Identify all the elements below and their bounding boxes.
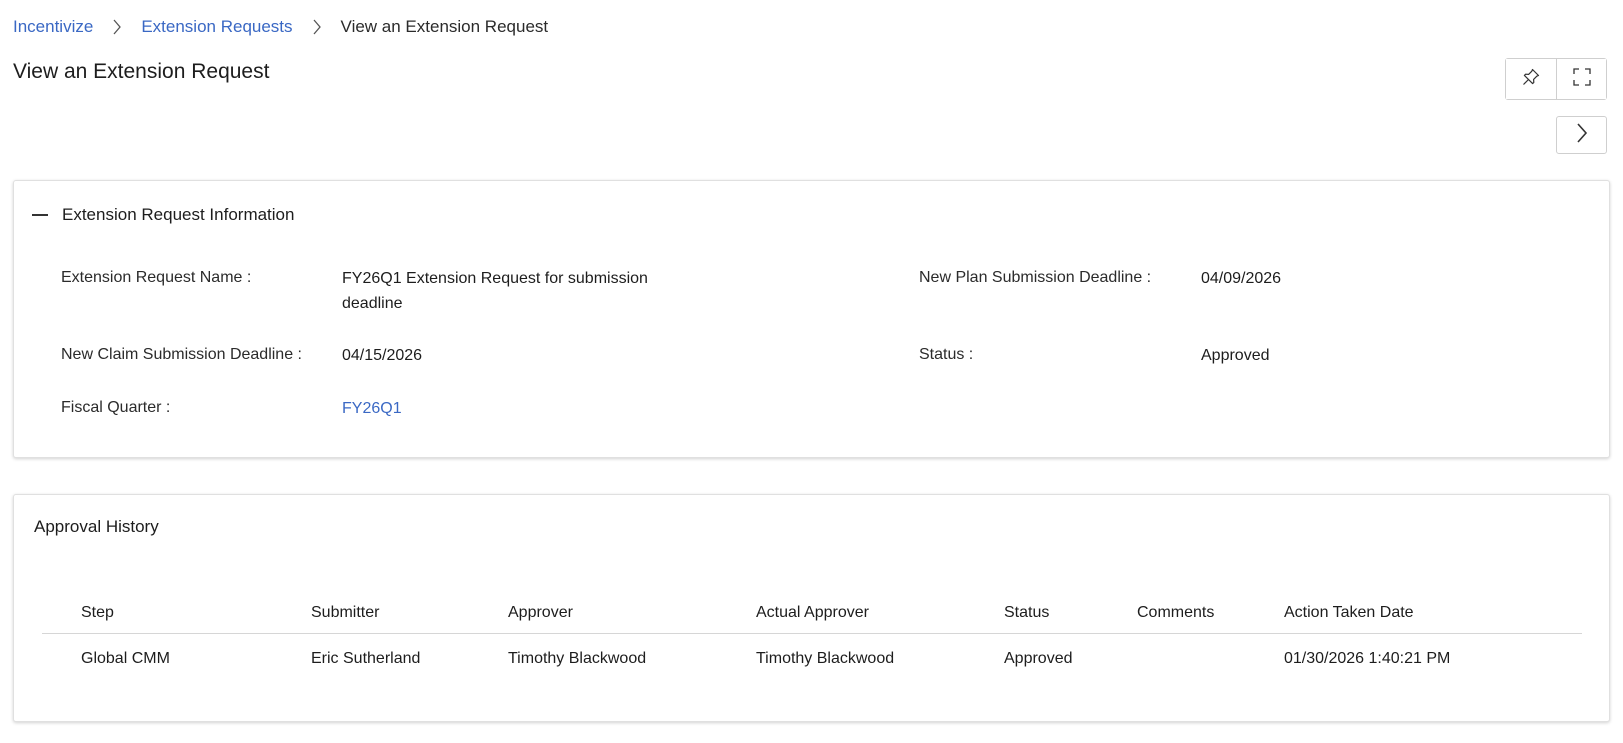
breadcrumb-incentivize[interactable]: Incentivize (13, 17, 93, 37)
pin-icon (1521, 67, 1541, 92)
chevron-right-icon (93, 19, 141, 35)
new-plan-submission-deadline-label: New Plan Submission Deadline : (919, 269, 1152, 286)
status-value: Approved (1201, 347, 1270, 364)
section-title: Extension Request Information (62, 205, 295, 224)
cell-approver: Timothy Blackwood (508, 650, 647, 668)
collapse-icon (32, 203, 50, 227)
breadcrumb: Incentivize Extension Requests View an E… (13, 16, 548, 38)
column-header-action-taken-date: Action Taken Date (1284, 593, 1582, 634)
fiscal-quarter-label: Fiscal Quarter : (61, 399, 171, 416)
section-toggle[interactable]: Extension Request Information (32, 203, 294, 227)
new-claim-submission-deadline-label: New Claim Submission Deadline : (61, 346, 302, 363)
fullscreen-icon (1572, 67, 1592, 92)
cell-step: Global CMM (81, 650, 170, 668)
approval-history-card: Approval History Step Submitter Approver… (13, 494, 1610, 722)
extension-request-name-label: Extension Request Name : (61, 269, 252, 286)
column-header-comments: Comments (1137, 593, 1284, 634)
column-header-step: Step (42, 593, 311, 634)
next-button[interactable] (1556, 116, 1607, 154)
chevron-right-icon (293, 19, 341, 35)
approval-history-table: Step Submitter Approver Actual Approver … (42, 593, 1582, 685)
fullscreen-button[interactable] (1556, 59, 1606, 99)
approval-history-title: Approval History (34, 517, 159, 536)
fiscal-quarter-link[interactable]: FY26Q1 (342, 396, 402, 421)
pin-button[interactable] (1506, 59, 1556, 99)
breadcrumb-current: View an Extension Request (340, 17, 549, 36)
table-header-row: Step Submitter Approver Actual Approver … (42, 593, 1582, 634)
chevron-right-icon (1575, 122, 1589, 149)
column-header-actual-approver: Actual Approver (756, 593, 1004, 634)
extension-request-name-value: FY26Q1 Extension Request for submission … (342, 266, 648, 316)
extension-request-name-line2: deadline (342, 295, 403, 312)
status-label: Status : (919, 346, 974, 363)
cell-actual-approver: Timothy Blackwood (756, 650, 895, 668)
cell-comments (1137, 633, 1284, 685)
column-header-status: Status (1004, 593, 1137, 634)
new-claim-submission-deadline-value: 04/15/2026 (342, 347, 423, 364)
extension-request-information-card: Extension Request Information Extension … (13, 180, 1610, 458)
new-plan-submission-deadline-value: 04/09/2026 (1201, 270, 1282, 287)
cell-status: Approved (1004, 650, 1073, 668)
table-row: Global CMM Eric Sutherland Timothy Black… (42, 633, 1582, 685)
view-toolbar (1505, 58, 1607, 100)
extension-request-name-line1: FY26Q1 Extension Request for submission (342, 270, 648, 287)
page-title: View an Extension Request (13, 60, 270, 83)
column-header-submitter: Submitter (311, 593, 508, 634)
breadcrumb-extension-requests[interactable]: Extension Requests (141, 17, 292, 37)
column-header-approver: Approver (508, 593, 756, 634)
cell-submitter: Eric Sutherland (311, 650, 421, 668)
cell-action-taken-date: 01/30/2026 1:40:21 PM (1284, 650, 1451, 668)
